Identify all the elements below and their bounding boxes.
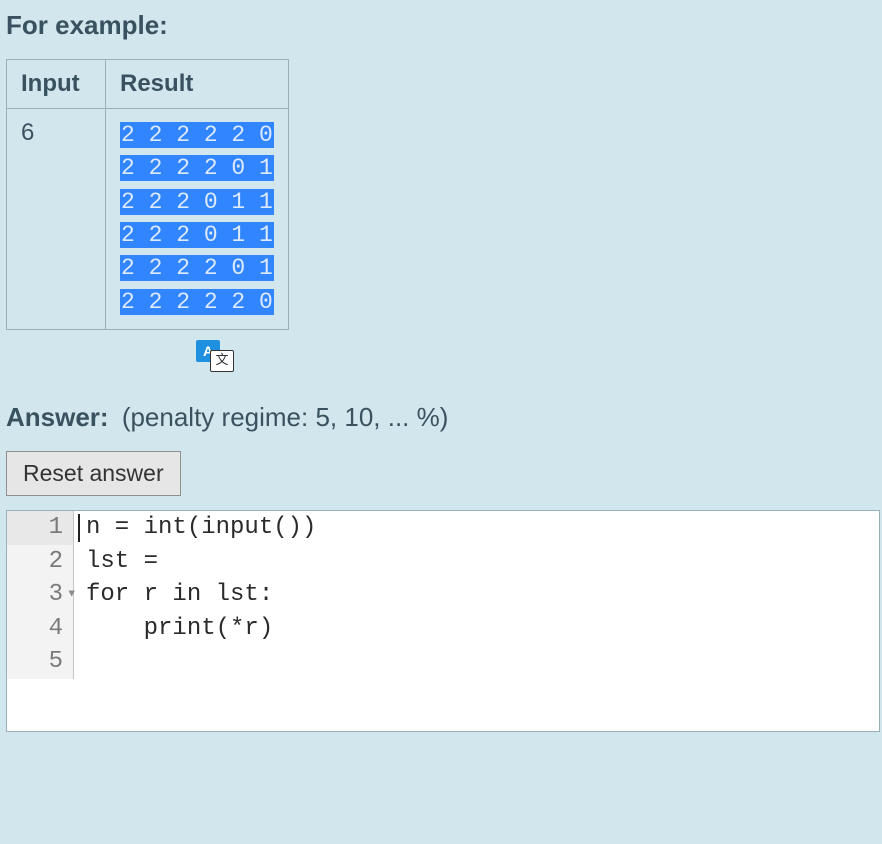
answer-label: Answer: [6, 402, 109, 432]
example-input-value: 6 [7, 109, 106, 330]
editor-line-code[interactable]: print(*r) [74, 612, 879, 646]
answer-penalty-text: (penalty regime: 5, 10, ... %) [122, 402, 449, 432]
translate-icon-back: 文 [210, 350, 234, 372]
editor-line-code[interactable]: for r in lst: [74, 578, 879, 612]
editor-line-number: 2 [7, 545, 74, 579]
example-heading: For example: [6, 10, 876, 41]
example-result-grid: 2 2 2 2 2 0 2 2 2 2 0 1 2 2 2 0 1 1 2 2 … [120, 119, 274, 319]
reset-answer-button[interactable]: Reset answer [6, 451, 181, 496]
answer-row: Answer: (penalty regime: 5, 10, ... %) [6, 402, 876, 433]
editor-line-code[interactable]: n = int(input()) [74, 511, 879, 545]
example-header-result: Result [106, 60, 289, 109]
example-table: Input Result 6 2 2 2 2 2 0 2 2 2 2 0 1 2… [6, 59, 289, 330]
editor-line-code[interactable]: lst = [74, 545, 879, 579]
editor-line-number: 4 [7, 612, 74, 646]
editor-line-number: 5 [7, 645, 74, 679]
code-editor[interactable]: 1n = int(input())2lst =3▼for r in lst:4 … [6, 510, 880, 732]
translate-icon[interactable]: A 文 [196, 340, 232, 370]
editor-line-number: 3▼ [7, 578, 74, 612]
editor-line-code[interactable] [74, 645, 879, 679]
editor-line-number: 1 [7, 511, 74, 545]
example-header-input: Input [7, 60, 106, 109]
